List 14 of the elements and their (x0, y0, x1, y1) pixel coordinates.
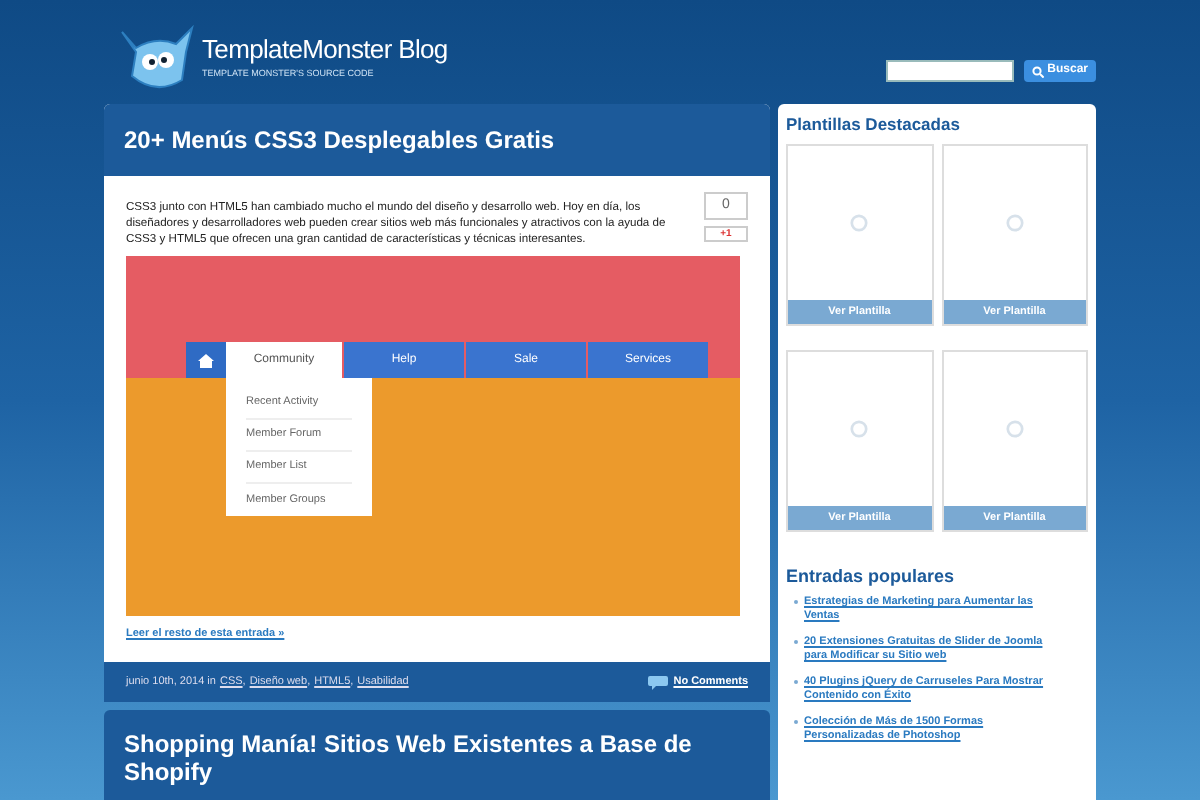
search-icon (1031, 65, 1044, 77)
loading-spinner-icon (1005, 213, 1024, 232)
home-tab[interactable] (186, 342, 226, 378)
monster-logo-icon (116, 24, 196, 92)
post-title[interactable]: Shopping Manía! Sitios Web Existentes a Base de Shopify (124, 730, 750, 787)
home-icon (198, 353, 214, 367)
sidebar-heading: Entradas populares (786, 563, 957, 590)
logo-title[interactable]: TemplateMonster Blog (202, 35, 448, 62)
comment-icon (647, 675, 668, 690)
search-field[interactable] (885, 60, 1014, 82)
loading-spinner-icon (850, 419, 869, 438)
loading-spinner-icon (850, 213, 869, 232)
loading-spinner-icon (1005, 419, 1024, 438)
sidebar-heading: Plantillas Destacadas (786, 112, 962, 138)
